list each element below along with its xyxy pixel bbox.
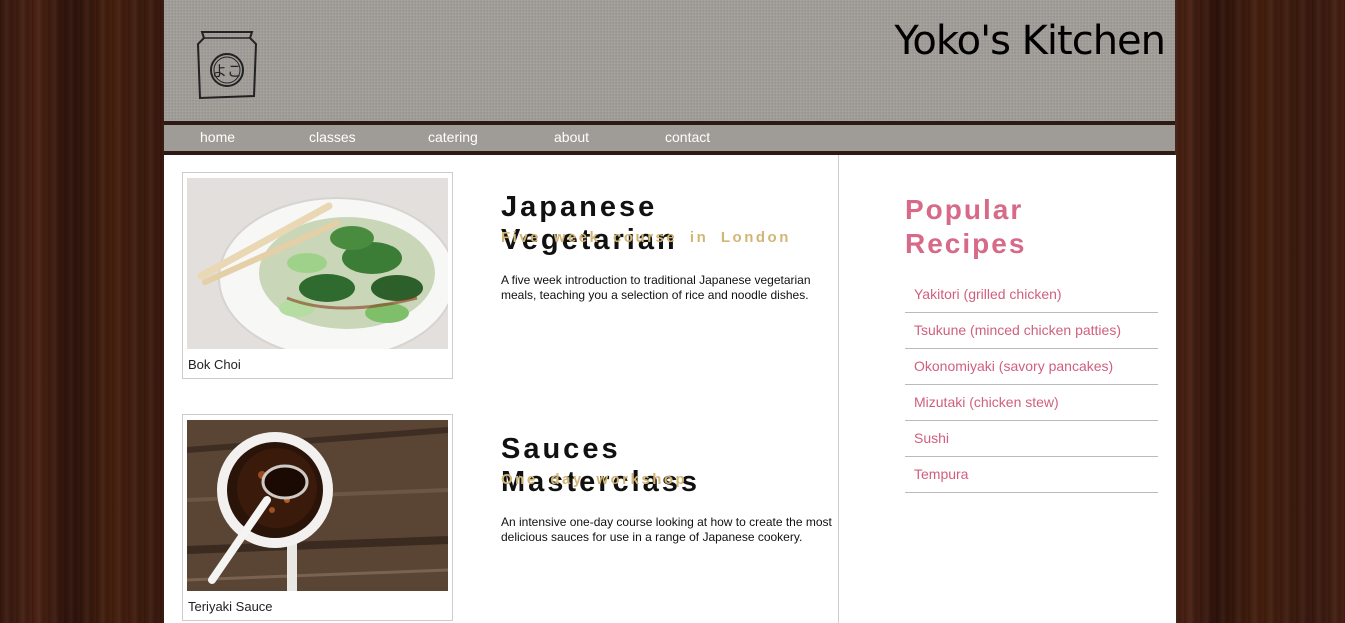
figure-caption: Teriyaki Sauce <box>188 599 273 614</box>
main-nav: home classes catering about contact <box>164 121 1175 155</box>
list-item: Tsukune (minced chicken patties) <box>905 313 1158 349</box>
teriyaki-sauce-image <box>187 420 448 591</box>
course-title: Japanese Vegetarian <box>501 191 678 256</box>
recipe-link-yakitori[interactable]: Yakitori (grilled chicken) <box>914 286 1062 302</box>
list-item: Tempura <box>905 457 1158 493</box>
site-title: Yoko's Kitchen <box>894 18 1166 64</box>
sidebar-heading: Popular Recipes <box>905 193 1026 261</box>
sidebar-heading-line: Recipes <box>905 228 1027 259</box>
course-subtitle: Five week course in London <box>501 229 791 246</box>
recipe-link-okonomiyaki[interactable]: Okonomiyaki (savory pancakes) <box>914 358 1113 374</box>
nav-classes[interactable]: classes <box>309 129 356 145</box>
bok-choi-image <box>187 178 448 349</box>
list-item: Mizutaki (chicken stew) <box>905 385 1158 421</box>
recipe-link-mizutaki[interactable]: Mizutaki (chicken stew) <box>914 394 1059 410</box>
page: よこ Yoko's Kitchen home classes catering … <box>164 0 1176 623</box>
sidebar: Popular Recipes Yakitori (grilled chicke… <box>838 155 1176 623</box>
recipe-list: Yakitori (grilled chicken) Tsukune (minc… <box>905 277 1158 493</box>
course-figure: Bok Choi <box>182 172 453 379</box>
sidebar-heading-line: Popular <box>905 194 1024 225</box>
list-item: Okonomiyaki (savory pancakes) <box>905 349 1158 385</box>
nav-contact[interactable]: contact <box>665 129 710 145</box>
svg-text:よこ: よこ <box>212 62 242 80</box>
nav-home[interactable]: home <box>200 129 235 145</box>
course-subtitle: One day workshop <box>501 471 688 488</box>
course-title: Sauces Masterclass <box>501 433 701 498</box>
recipe-link-tempura[interactable]: Tempura <box>914 466 968 482</box>
list-item: Yakitori (grilled chicken) <box>905 277 1158 313</box>
recipe-link-sushi[interactable]: Sushi <box>914 430 949 446</box>
site-header: よこ Yoko's Kitchen <box>164 0 1175 121</box>
course-figure: Teriyaki Sauce <box>182 414 453 621</box>
figure-caption: Bok Choi <box>188 357 241 372</box>
course-description: An intensive one-day course looking at h… <box>501 515 832 544</box>
main-content: Bok Choi Japanese Vegetarian Five week c… <box>164 155 838 623</box>
recipe-link-tsukune[interactable]: Tsukune (minced chicken patties) <box>914 322 1121 338</box>
list-item: Sushi <box>905 421 1158 457</box>
logo-icon: よこ <box>196 31 258 100</box>
nav-about[interactable]: about <box>554 129 589 145</box>
course-description: A five week introduction to traditional … <box>501 273 811 302</box>
nav-catering[interactable]: catering <box>428 129 478 145</box>
